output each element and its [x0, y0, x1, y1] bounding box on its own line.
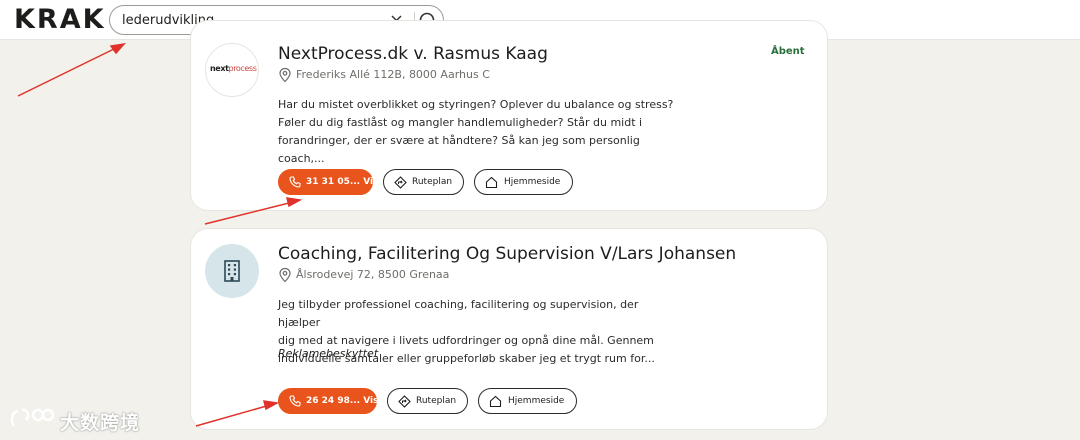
annotation-arrows: [17, 42, 303, 427]
annotation-arrowhead: [262, 400, 280, 411]
annotation-arrow: [17, 46, 119, 97]
annotation-arrowhead: [109, 42, 126, 55]
annotation-arrow: [204, 201, 294, 225]
watermark-logo-icon: [10, 408, 55, 427]
annotation-arrowhead: [285, 197, 303, 208]
annotation-arrow: [195, 404, 271, 427]
watermark: 大数跨境: [8, 404, 148, 434]
